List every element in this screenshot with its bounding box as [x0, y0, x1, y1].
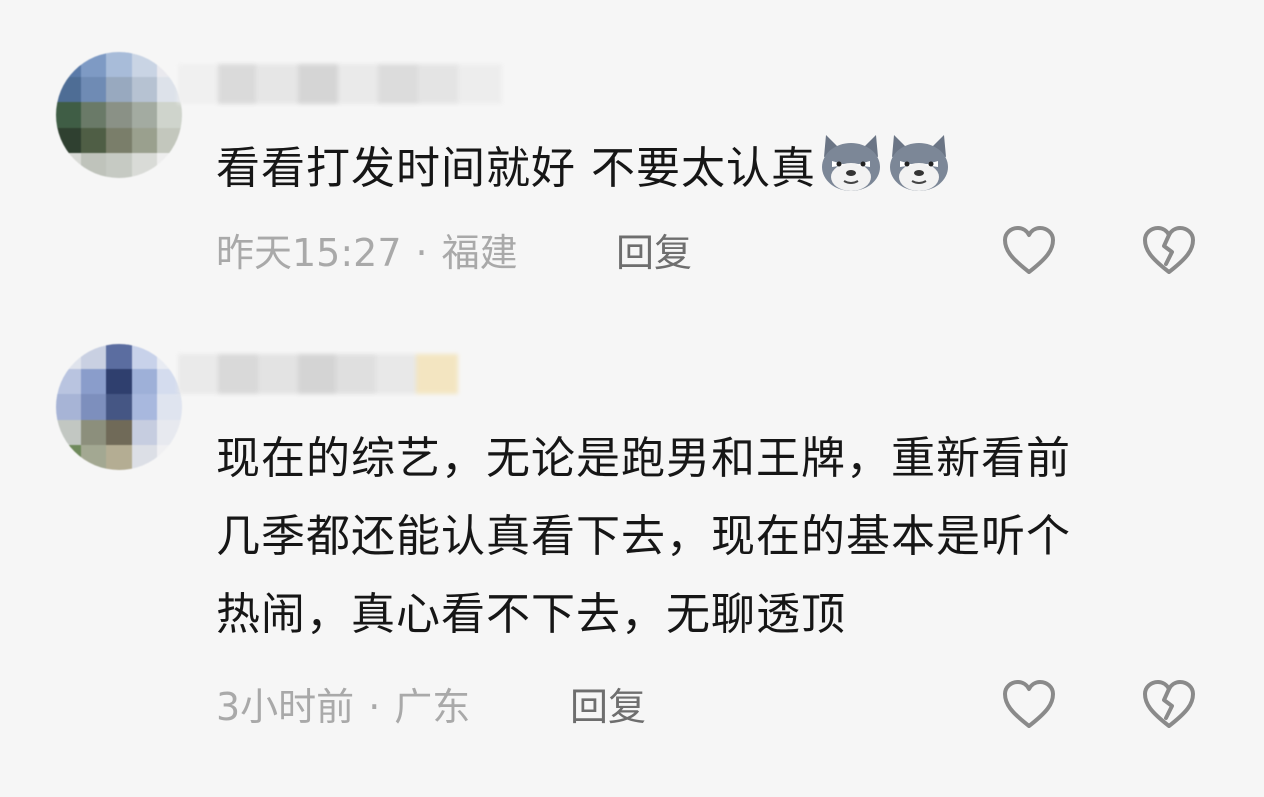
- comment-body: 看看打发时间就好 不要太认真: [216, 130, 952, 208]
- reply-button[interactable]: 回复: [570, 682, 646, 732]
- comment-meta: 3小时前 · 广东: [216, 682, 470, 732]
- comment-time: 3小时前: [216, 685, 355, 729]
- heart-outline-icon[interactable]: [1001, 678, 1057, 730]
- username-blurred[interactable]: [178, 64, 502, 104]
- comment-text-line: 看看打发时间就好 不要太认真: [216, 143, 816, 194]
- avatar[interactable]: [56, 344, 182, 470]
- meta-separator: ·: [368, 685, 381, 729]
- username-blurred[interactable]: [178, 354, 458, 394]
- comment-text-line: 热闹，真心看不下去，无聊透顶: [216, 589, 846, 640]
- meta-separator: ·: [415, 231, 428, 275]
- comment-location: 广东: [394, 685, 471, 729]
- heart-outline-icon[interactable]: [1001, 224, 1057, 276]
- comment-text-line: 几季都还能认真看下去，现在的基本是听个: [216, 511, 1071, 562]
- comment-text-line: 现在的综艺，无论是跑男和王牌，重新看前: [216, 433, 1071, 484]
- comment-meta: 昨天15:27 · 福建: [216, 228, 518, 278]
- reply-button[interactable]: 回复: [616, 228, 692, 278]
- wolf-emoji-icon: [890, 135, 948, 191]
- wolf-emoji-icon: [822, 135, 880, 191]
- broken-heart-icon[interactable]: [1141, 224, 1197, 276]
- broken-heart-icon[interactable]: [1141, 678, 1197, 730]
- comment-time: 昨天15:27: [216, 231, 402, 275]
- avatar[interactable]: [56, 52, 182, 178]
- comment-location: 福建: [441, 231, 518, 275]
- comment-body: 现在的综艺，无论是跑男和王牌，重新看前 几季都还能认真看下去，现在的基本是听个 …: [216, 420, 1071, 654]
